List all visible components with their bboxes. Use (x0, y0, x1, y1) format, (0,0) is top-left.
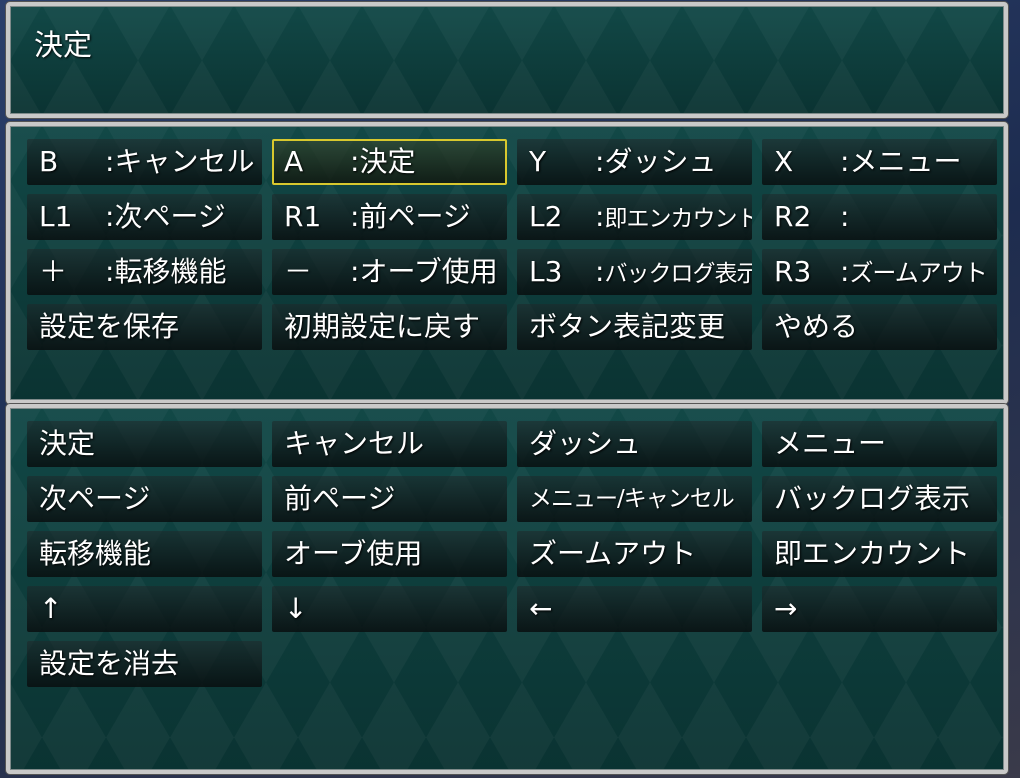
save-settings-button[interactable]: 設定を保存 (27, 304, 262, 350)
action-item-clear-setting[interactable]: 設定を消去 (27, 641, 262, 687)
key-separator: : (840, 200, 850, 233)
quit-button[interactable]: やめる (762, 304, 997, 350)
action-item-zoom-out[interactable]: ズームアウト (517, 531, 752, 577)
key-label: ＋ (39, 255, 68, 288)
key-label: X (774, 145, 794, 178)
key-slot-l1[interactable]: L1:次ページ (27, 194, 262, 240)
action-item-down-arrow[interactable]: ↓ (272, 586, 507, 632)
key-label: R3 (774, 255, 812, 288)
key-slot-plus[interactable]: ＋:転移機能 (27, 249, 262, 295)
action-item-dash[interactable]: ダッシュ (517, 421, 752, 467)
action-list-window: 決定 キャンセル ダッシュ メニュー 次ページ 前ページ メニュー/キャンセル … (6, 404, 1008, 774)
key-slot-minus[interactable]: －:オーブ使用 (272, 249, 507, 295)
key-assignment-grid: B:キャンセル A:決定 Y:ダッシュ X:メニュー L1:次ページ R1:前ペ… (27, 139, 997, 350)
action-item-right-arrow[interactable]: → (762, 586, 997, 632)
key-action: 決定 (359, 145, 416, 178)
reset-defaults-button[interactable]: 初期設定に戻す (272, 304, 507, 350)
action-item-menu-cancel[interactable]: メニュー/キャンセル (517, 476, 752, 522)
key-assignment-window: B:キャンセル A:決定 Y:ダッシュ X:メニュー L1:次ページ R1:前ペ… (6, 122, 1008, 404)
key-action: バックログ表示 (604, 261, 752, 287)
action-item-instant-encounter[interactable]: 即エンカウント (762, 531, 997, 577)
key-action: ダッシュ (604, 145, 717, 178)
key-slot-y[interactable]: Y:ダッシュ (517, 139, 752, 185)
key-slot-x[interactable]: X:メニュー (762, 139, 997, 185)
key-slot-l3[interactable]: L3:バックログ表示 (517, 249, 752, 295)
action-item-prev-page[interactable]: 前ページ (272, 476, 507, 522)
action-item-warp[interactable]: 転移機能 (27, 531, 262, 577)
key-action: 前ページ (359, 200, 471, 233)
action-item-cancel[interactable]: キャンセル (272, 421, 507, 467)
key-label: B (39, 145, 59, 178)
action-item-backlog[interactable]: バックログ表示 (762, 476, 997, 522)
key-action: オーブ使用 (359, 255, 498, 288)
key-label: R1 (284, 200, 322, 233)
action-item-use-orb[interactable]: オーブ使用 (272, 531, 507, 577)
key-label: L1 (39, 200, 73, 233)
key-action: メニュー (849, 145, 962, 178)
key-action: 次ページ (114, 200, 226, 233)
action-list-grid: 決定 キャンセル ダッシュ メニュー 次ページ 前ページ メニュー/キャンセル … (27, 421, 997, 687)
key-slot-l2[interactable]: L2:即エンカウント (517, 194, 752, 240)
key-slot-r2[interactable]: R2: (762, 194, 997, 240)
key-slot-r1[interactable]: R1:前ページ (272, 194, 507, 240)
action-item-up-arrow[interactable]: ↑ (27, 586, 262, 632)
key-label: L2 (529, 200, 563, 233)
key-slot-b[interactable]: B:キャンセル (27, 139, 262, 185)
help-window: 決定 (6, 2, 1008, 118)
help-text: 決定 (34, 28, 93, 62)
key-action: 転移機能 (114, 255, 227, 288)
action-item-menu[interactable]: メニュー (762, 421, 997, 467)
key-action: キャンセル (114, 145, 255, 178)
key-label: Y (529, 145, 547, 178)
key-label: L3 (529, 255, 563, 288)
key-slot-a[interactable]: A:決定 (272, 139, 507, 185)
change-button-notation-button[interactable]: ボタン表記変更 (517, 304, 752, 350)
key-label: R2 (774, 200, 812, 233)
key-label: A (284, 145, 304, 178)
action-item-decide[interactable]: 決定 (27, 421, 262, 467)
key-action: ズームアウト (849, 259, 987, 287)
key-label: － (284, 255, 313, 288)
action-item-left-arrow[interactable]: ← (517, 586, 752, 632)
key-config-screen: 決定 B:キャンセル A:決定 Y:ダッシュ X:メニュー L1:次ページ R1… (0, 0, 1020, 778)
action-item-next-page[interactable]: 次ページ (27, 476, 262, 522)
key-action: 即エンカウント (604, 206, 752, 232)
key-slot-r3[interactable]: R3:ズームアウト (762, 249, 997, 295)
